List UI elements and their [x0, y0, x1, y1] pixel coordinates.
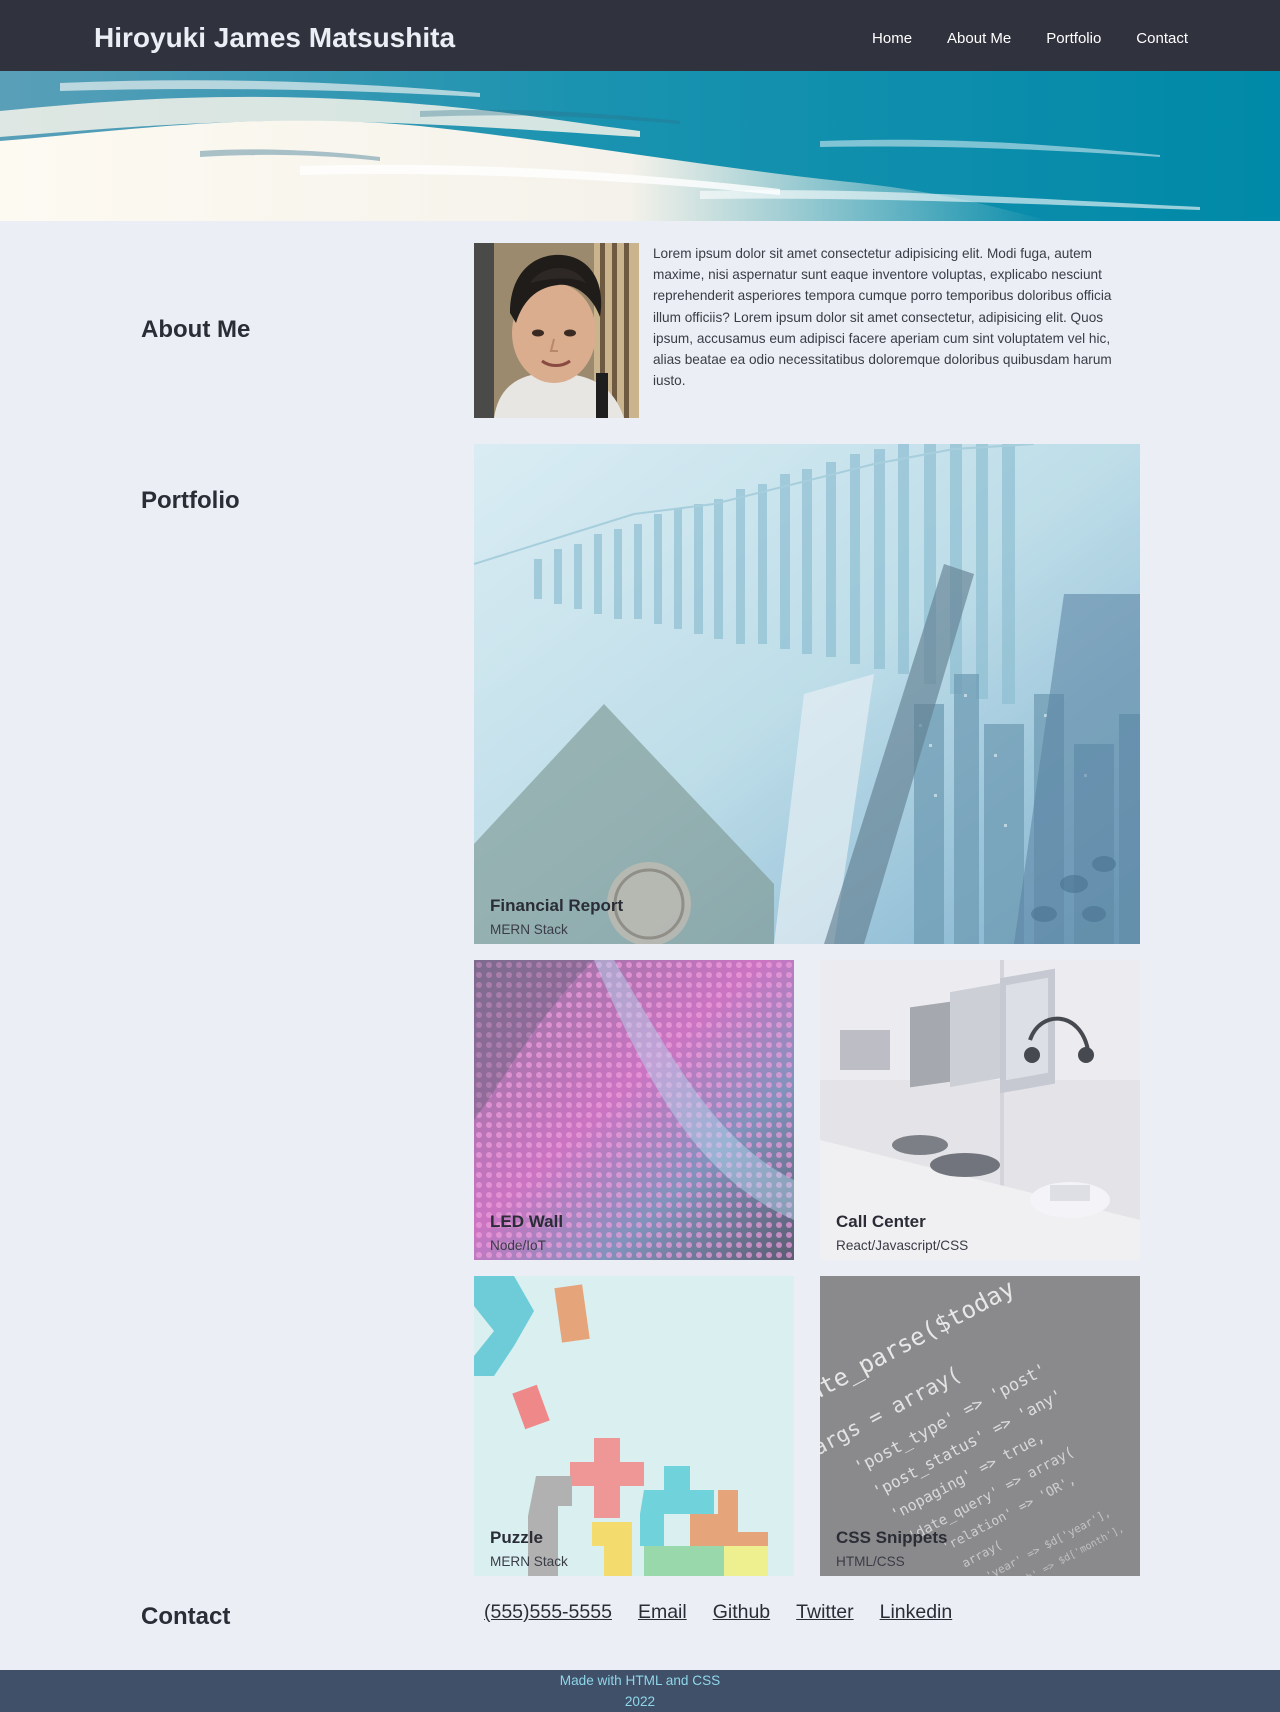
- project-title: Puzzle: [490, 1528, 543, 1547]
- footer-year: 2022: [624, 1694, 656, 1709]
- twitter-link[interactable]: Twitter: [796, 1601, 853, 1624]
- project-card-puzzle[interactable]: Puzzle MERN Stack: [474, 1276, 794, 1576]
- project-card-call-center[interactable]: Call Center React/Javascript/CSS: [820, 960, 1140, 1260]
- project-title: Call Center: [836, 1212, 926, 1231]
- footer-made-with: Made with HTML and CSS: [559, 1673, 721, 1688]
- project-title: CSS Snippets: [836, 1528, 948, 1547]
- contact-links: (555)555-5555 Email Github Twitter Linke…: [484, 1601, 952, 1624]
- phone-link[interactable]: (555)555-5555: [484, 1601, 612, 1624]
- portfolio-heading: Portfolio: [141, 487, 240, 514]
- site-header: Hiroyuki James Matsushita Home About Me …: [0, 0, 1280, 71]
- project-card-led-wall[interactable]: LED Wall Node/IoT: [474, 960, 794, 1260]
- project-card-financial-report[interactable]: Financial Report MERN Stack: [474, 444, 1140, 944]
- nav-about-link[interactable]: About Me: [947, 30, 1011, 47]
- project-title: Financial Report: [490, 896, 624, 915]
- nav-home-link[interactable]: Home: [872, 30, 912, 47]
- contact-heading: Contact: [141, 1603, 231, 1630]
- project-stack: React/Javascript/CSS: [836, 1238, 969, 1253]
- profile-photo: [474, 243, 639, 418]
- linkedin-link[interactable]: Linkedin: [880, 1601, 953, 1624]
- hero-banner: [0, 71, 1280, 221]
- project-stack: MERN Stack: [490, 1554, 568, 1569]
- project-stack: HTML/CSS: [836, 1554, 905, 1569]
- project-title: LED Wall: [490, 1212, 564, 1231]
- project-stack: Node/IoT: [490, 1238, 546, 1253]
- project-stack: MERN Stack: [490, 922, 568, 937]
- site-title[interactable]: Hiroyuki James Matsushita: [94, 22, 455, 54]
- financial-report-image: [474, 444, 1140, 944]
- site-footer: Made with HTML and CSS 2022: [0, 1670, 1280, 1712]
- project-card-css-snippets[interactable]: d=date_parse($today $args = array( 'post…: [820, 1276, 1140, 1576]
- github-link[interactable]: Github: [713, 1601, 770, 1624]
- nav-contact-link[interactable]: Contact: [1136, 30, 1188, 47]
- nav-portfolio-link[interactable]: Portfolio: [1046, 30, 1101, 47]
- hero-water-image: [0, 71, 1280, 221]
- about-text: Lorem ipsum dolor sit amet consectetur a…: [653, 246, 1112, 389]
- email-link[interactable]: Email: [638, 1601, 687, 1624]
- about-heading: About Me: [141, 316, 251, 343]
- main-nav: Home About Me Portfolio Contact: [872, 30, 1188, 47]
